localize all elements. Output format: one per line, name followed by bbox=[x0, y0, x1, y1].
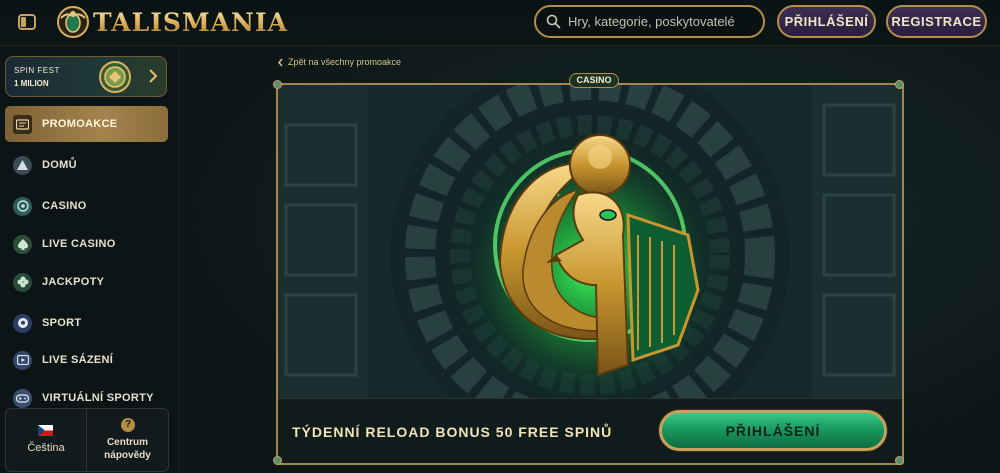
help-label-line1: Centrum bbox=[106, 437, 149, 448]
home-icon bbox=[13, 155, 32, 175]
sidebar-footer: Čeština ? Centrum nápovědy bbox=[5, 408, 169, 472]
sidebar-item-label: DOMŮ bbox=[42, 159, 77, 171]
login-button[interactable]: PŘIHLÁŠENÍ bbox=[777, 5, 876, 38]
czech-flag-icon bbox=[38, 425, 53, 436]
sidebar-toggle-icon[interactable] bbox=[17, 12, 37, 32]
scarab-emblem-icon bbox=[57, 6, 89, 38]
gamepad-icon bbox=[13, 388, 32, 408]
casino-icon bbox=[13, 196, 32, 216]
chevron-right-icon bbox=[149, 69, 158, 83]
language-selector[interactable]: Čeština bbox=[6, 409, 86, 471]
sidebar: SPIN FEST 1 MILION PROMOAKCE DOMŮ CASINO bbox=[0, 46, 179, 473]
category-tag: CASINO bbox=[569, 73, 619, 88]
sidebar-item-sport[interactable]: SPORT bbox=[5, 305, 168, 341]
sidebar-item-jackpots[interactable]: JACKPOTY bbox=[5, 264, 168, 300]
promotion-banner-image bbox=[278, 85, 902, 398]
cta-login-button[interactable]: PŘIHLÁŠENÍ bbox=[659, 410, 887, 451]
language-label: Čeština bbox=[27, 442, 65, 454]
brand-name: TALISMANIA bbox=[93, 7, 288, 37]
sidebar-item-label: SPORT bbox=[42, 317, 82, 329]
card-corner-ornament bbox=[273, 456, 282, 465]
main-content: Zpět na všechny promoakce TÝDENNÍ RELOAD… bbox=[179, 46, 1000, 473]
card-corner-ornament bbox=[895, 80, 904, 89]
sidebar-item-label: JACKPOTY bbox=[42, 276, 105, 288]
medal-icon bbox=[99, 61, 131, 93]
offer-title: TÝDENNÍ RELOAD BONUS 50 FREE SPINŮ bbox=[292, 424, 613, 440]
spin-fest-title: SPIN FEST bbox=[14, 66, 60, 75]
soccer-ball-icon bbox=[13, 313, 32, 333]
sidebar-item-label: LIVE SÁZENÍ bbox=[42, 354, 114, 366]
sidebar-item-casino[interactable]: CASINO bbox=[5, 188, 168, 224]
spin-fest-subtitle: 1 MILION bbox=[14, 79, 49, 88]
card-corner-ornament bbox=[895, 456, 904, 465]
sidebar-item-label: LIVE CASINO bbox=[42, 238, 116, 250]
register-button[interactable]: REGISTRACE bbox=[886, 5, 987, 38]
promotions-icon bbox=[13, 114, 32, 134]
live-casino-icon bbox=[13, 234, 32, 254]
sidebar-item-promotions[interactable]: PROMOAKCE bbox=[5, 106, 168, 142]
clover-icon bbox=[13, 272, 32, 292]
live-betting-icon bbox=[13, 350, 32, 370]
search-input[interactable] bbox=[568, 14, 763, 29]
help-center-label: Centrum nápovědy bbox=[87, 436, 168, 462]
spin-fest-banner[interactable]: SPIN FEST 1 MILION bbox=[5, 56, 167, 97]
sidebar-item-home[interactable]: DOMŮ bbox=[5, 147, 168, 183]
sidebar-item-live-casino[interactable]: LIVE CASINO bbox=[5, 226, 168, 262]
back-link-label: Zpět na všechny promoakce bbox=[288, 57, 402, 67]
brand-logo[interactable]: TALISMANIA bbox=[57, 5, 288, 39]
sidebar-item-label: CASINO bbox=[42, 200, 87, 212]
sidebar-item-label: VIRTUÁLNÍ SPORTY bbox=[42, 392, 154, 404]
chevron-left-icon bbox=[278, 58, 283, 66]
search-icon bbox=[546, 14, 561, 29]
top-header: TALISMANIA PŘIHLÁŠENÍ REGISTRACE bbox=[0, 0, 1000, 46]
card-corner-ornament bbox=[273, 80, 282, 89]
help-label-line2: nápovědy bbox=[104, 450, 151, 461]
help-center-link[interactable]: ? Centrum nápovědy bbox=[87, 409, 168, 471]
sidebar-item-label: PROMOAKCE bbox=[42, 118, 118, 130]
promotion-card-footer: TÝDENNÍ RELOAD BONUS 50 FREE SPINŮ PŘIHL… bbox=[278, 398, 902, 463]
sidebar-item-live-betting[interactable]: LIVE SÁZENÍ bbox=[5, 342, 168, 378]
back-to-promotions-link[interactable]: Zpět na všechny promoakce bbox=[277, 57, 401, 67]
question-mark-icon: ? bbox=[121, 418, 135, 432]
promotion-card: TÝDENNÍ RELOAD BONUS 50 FREE SPINŮ PŘIHL… bbox=[276, 83, 904, 465]
search-box[interactable] bbox=[534, 5, 765, 38]
